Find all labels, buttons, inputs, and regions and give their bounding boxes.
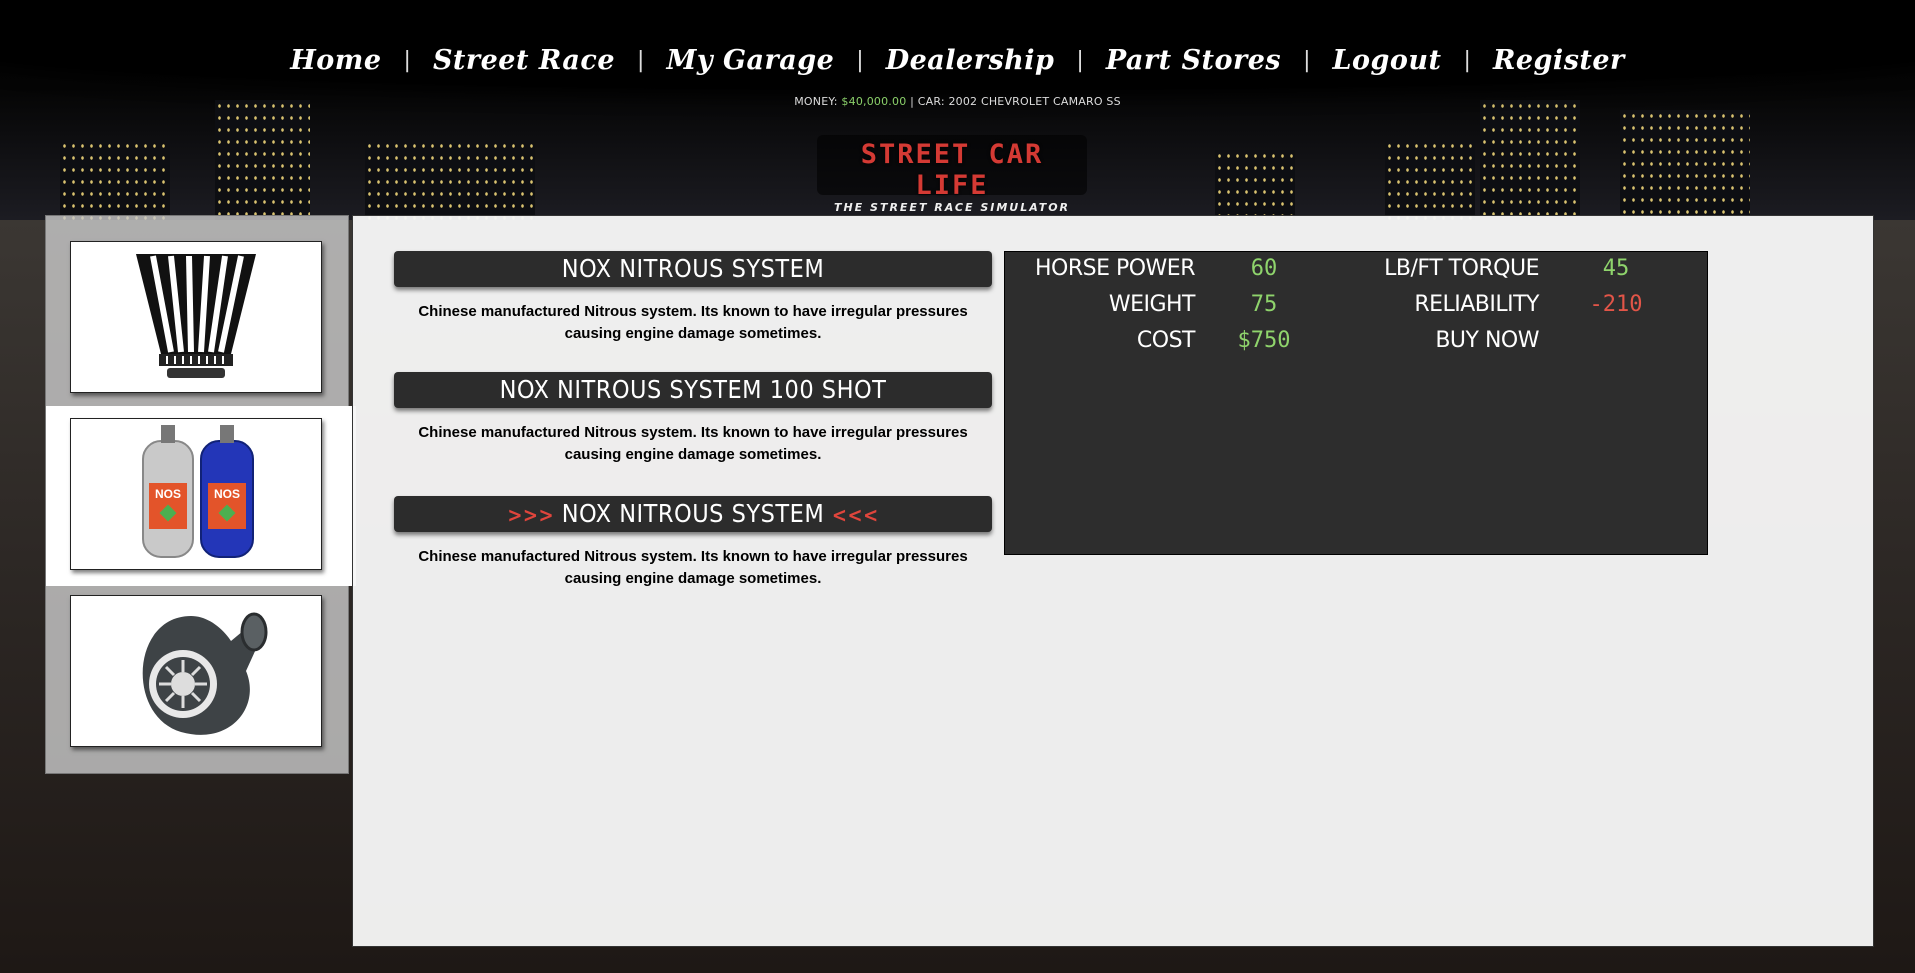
buy-now-button[interactable]: BUY NOW xyxy=(1349,328,1539,353)
building xyxy=(215,100,310,220)
selection-arrow-right: <<< xyxy=(831,503,879,527)
nav-home[interactable]: Home xyxy=(268,45,403,76)
category-nitrous[interactable]: NOS NOS xyxy=(70,418,322,570)
nav-street-race[interactable]: Street Race xyxy=(411,45,637,76)
part-item: NOX NITROUS SYSTEM Chinese manufactured … xyxy=(394,251,992,345)
part-name: NOX NITROUS SYSTEM xyxy=(561,254,825,283)
building xyxy=(1215,150,1295,220)
car-label: CAR: xyxy=(917,95,945,108)
category-turbo[interactable] xyxy=(70,595,322,747)
status-divider: | xyxy=(910,95,915,108)
weight-value: 75 xyxy=(1250,292,1278,317)
nav-separator: | xyxy=(637,47,645,73)
part-name-button[interactable]: NOX NITROUS SYSTEM xyxy=(394,251,992,287)
building xyxy=(60,140,170,220)
player-status: MONEY: $40,000.00 | CAR: 2002 CHEVROLET … xyxy=(0,95,1915,108)
reliability-label: RELIABILITY xyxy=(1414,292,1539,317)
logo-title: STREET CAR LIFE xyxy=(860,139,1044,201)
nav-dealership[interactable]: Dealership xyxy=(864,45,1077,76)
horsepower-label: HORSE POWER xyxy=(1034,256,1196,281)
building xyxy=(1480,100,1580,220)
part-name: NOX NITROUS SYSTEM 100 SHOT xyxy=(499,375,887,404)
bottle-label: NOS xyxy=(214,487,240,501)
nav-my-garage[interactable]: My Garage xyxy=(644,45,856,76)
torque-value: 45 xyxy=(1602,256,1630,281)
nav-logout[interactable]: Logout xyxy=(1311,45,1464,76)
part-name: NOX NITROUS SYSTEM xyxy=(561,499,825,528)
logo-subtitle: THE STREET RACE SIMULATOR xyxy=(833,201,1071,214)
nav-separator: | xyxy=(403,47,411,73)
site-logo: STREET CAR LIFE THE STREET RACE SIMULATO… xyxy=(817,135,1087,214)
nav-separator: | xyxy=(1076,47,1084,73)
building xyxy=(1620,110,1750,220)
part-item-selected: >>> NOX NITROUS SYSTEM <<< Chinese manuf… xyxy=(394,496,992,590)
category-air-filter[interactable] xyxy=(70,241,322,393)
part-item: NOX NITROUS SYSTEM 100 SHOT Chinese manu… xyxy=(394,372,992,466)
air-filter-icon xyxy=(136,254,256,378)
horsepower-value: 60 xyxy=(1250,256,1278,281)
part-category-panel: NOS NOS xyxy=(45,215,356,774)
car-value: 2002 CHEVROLET CAMARO SS xyxy=(948,95,1121,108)
money-value: $40,000.00 xyxy=(841,95,907,108)
part-stats-panel: HORSE POWER 60 LB/FT TORQUE 45 WEIGHT 75… xyxy=(1004,251,1708,555)
weight-label: WEIGHT xyxy=(1108,292,1196,317)
part-description: Chinese manufactured Nitrous system. Its… xyxy=(418,303,968,342)
part-name-button[interactable]: >>> NOX NITROUS SYSTEM <<< xyxy=(394,496,992,532)
building xyxy=(1385,140,1475,220)
cost-label: COST xyxy=(1136,328,1196,353)
nav-separator: | xyxy=(1303,47,1311,73)
part-description: Chinese manufactured Nitrous system. Its… xyxy=(418,424,968,463)
nav-separator: | xyxy=(856,47,864,73)
torque-label: LB/FT TORQUE xyxy=(1384,256,1539,281)
part-store-panel: NOX NITROUS SYSTEM Chinese manufactured … xyxy=(352,215,1874,947)
nav-separator: | xyxy=(1463,47,1471,73)
reliability-value: -210 xyxy=(1589,292,1643,317)
main-nav: Home | Street Race | My Garage | Dealers… xyxy=(0,40,1915,80)
turbocharger-icon xyxy=(142,612,268,735)
nav-part-stores[interactable]: Part Stores xyxy=(1084,45,1303,76)
nitrous-bottles-icon: NOS NOS xyxy=(142,425,254,558)
bottle-label: NOS xyxy=(155,487,181,501)
part-name-button[interactable]: NOX NITROUS SYSTEM 100 SHOT xyxy=(394,372,992,408)
part-description: Chinese manufactured Nitrous system. Its… xyxy=(418,548,968,587)
building xyxy=(365,140,535,220)
nav-register[interactable]: Register xyxy=(1471,45,1647,76)
money-label: MONEY: xyxy=(794,95,838,108)
cost-value: $750 xyxy=(1237,328,1291,353)
selection-arrow-left: >>> xyxy=(507,503,555,527)
